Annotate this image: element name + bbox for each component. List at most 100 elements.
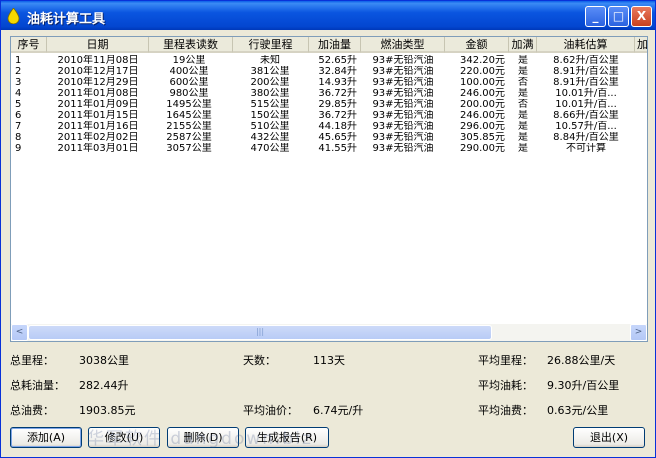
cell-fuel-type: 93#无铅汽油 xyxy=(372,55,434,66)
cell-consumption: 8.62升/百公里 xyxy=(553,55,619,66)
avg-cost-value: 0.63元/公里 xyxy=(547,404,609,417)
table-row[interactable]: 5 2011年01月09日 1495公里 515公里 29.85升 93#无铅汽油 200.… xyxy=(11,99,647,110)
col-header-distance[interactable]: 行驶里程 xyxy=(233,37,309,53)
cell-odometer: 19公里 xyxy=(172,55,206,66)
cell-fuel-type: 93#无铅汽油 xyxy=(372,121,434,132)
scroll-right-arrow-icon[interactable]: > xyxy=(630,324,647,341)
cell-index: 2 xyxy=(15,66,22,77)
col-header-fuel-amount[interactable]: 加油量 xyxy=(309,37,361,53)
minimize-button[interactable]: _ xyxy=(585,6,606,27)
cell-date: 2011年01月09日 xyxy=(57,99,139,110)
maximize-button[interactable]: □ xyxy=(608,6,629,27)
cell-date: 2010年12月17日 xyxy=(57,66,139,77)
cell-cost: 342.20元 xyxy=(460,55,505,66)
table-row[interactable]: 9 2011年03月01日 3057公里 470公里 41.55升 93#无铅汽油 290.… xyxy=(11,143,647,154)
cell-fuel-amount: 32.84升 xyxy=(318,66,357,77)
col-header-more[interactable]: 加 xyxy=(635,37,647,53)
avg-consumption-label: 平均油耗： xyxy=(478,379,533,392)
cell-fuel-amount: 29.85升 xyxy=(318,99,357,110)
avg-distance-label: 平均里程： xyxy=(478,354,533,367)
cell-cost: 200.00元 xyxy=(460,99,505,110)
avg-cost-label: 平均油费： xyxy=(478,404,533,417)
col-header-full[interactable]: 加满 xyxy=(509,37,537,53)
cell-cost: 100.00元 xyxy=(460,77,505,88)
add-button[interactable]: 添加(A) xyxy=(10,427,82,448)
cell-consumption: 8.91升/百公里 xyxy=(553,66,619,77)
cell-distance: 515公里 xyxy=(250,99,290,110)
total-fuel-label: 总耗油量： xyxy=(10,379,65,392)
cell-fuel-type: 93#无铅汽油 xyxy=(372,110,434,121)
cell-consumption: 10.01升/百... xyxy=(555,99,617,110)
col-header-odometer[interactable]: 里程表读数 xyxy=(149,37,233,53)
cell-fuel-type: 93#无铅汽油 xyxy=(372,88,434,99)
cell-index: 7 xyxy=(15,121,22,132)
cell-fuel-amount: 44.18升 xyxy=(318,121,357,132)
title-bar[interactable]: 油耗计算工具 _ □ X xyxy=(1,1,655,30)
cell-cost: 246.00元 xyxy=(460,88,505,99)
cell-full: 是 xyxy=(518,55,528,66)
table-body: 1 2010年11月08日 19公里 未知 52.65升 93#无铅汽油 342.20元是 8… xyxy=(11,55,647,154)
table-row[interactable]: 7 2011年01月16日 2155公里 510公里 44.18升 93#无铅汽油 296.… xyxy=(11,121,647,132)
avg-price-value: 6.74元/升 xyxy=(313,404,364,417)
cell-distance: 470公里 xyxy=(250,143,290,154)
cell-fuel-amount: 45.65升 xyxy=(318,132,357,143)
avg-distance-value: 26.88公里/天 xyxy=(547,354,616,367)
col-header-consumption[interactable]: 油耗估算 xyxy=(537,37,635,53)
cell-full: 是 xyxy=(518,88,528,99)
cell-index: 9 xyxy=(15,143,22,154)
cell-distance: 150公里 xyxy=(250,110,290,121)
horizontal-scrollbar[interactable]: < ||| > xyxy=(11,324,647,341)
cell-date: 2011年01月15日 xyxy=(57,110,139,121)
cell-index: 6 xyxy=(15,110,22,121)
cell-distance: 380公里 xyxy=(250,88,290,99)
cell-distance: 未知 xyxy=(260,55,280,66)
table-row[interactable]: 1 2010年11月08日 19公里 未知 52.65升 93#无铅汽油 342.20元 是 8… xyxy=(11,55,647,66)
fuel-drop-icon xyxy=(7,8,20,24)
scroll-thumb[interactable]: ||| xyxy=(28,325,492,340)
table-row[interactable]: 6 2011年01月15日 1645公里 150公里 36.72升 93#无铅汽油 246.… xyxy=(11,110,647,121)
cell-fuel-amount: 14.93升 xyxy=(318,77,357,88)
cell-fuel-amount: 52.65升 xyxy=(318,55,357,66)
cell-date: 2011年03月01日 xyxy=(57,143,139,154)
cell-odometer: 2155公里 xyxy=(166,121,212,132)
cell-odometer: 400公里 xyxy=(169,66,209,77)
cell-odometer: 2587公里 xyxy=(166,132,212,143)
col-header-cost[interactable]: 金额 xyxy=(445,37,509,53)
total-distance-value: 3038公里 xyxy=(79,354,129,367)
cell-date: 2011年01月16日 xyxy=(57,121,139,132)
exit-button[interactable]: 退出(X) xyxy=(573,427,645,448)
cell-fuel-type: 93#无铅汽油 xyxy=(372,99,434,110)
cell-odometer: 3057公里 xyxy=(166,143,212,154)
scroll-left-arrow-icon[interactable]: < xyxy=(11,324,28,341)
cell-consumption: 8.91升/百公里 xyxy=(553,77,619,88)
col-header-index[interactable]: 序号 xyxy=(11,37,47,53)
cell-distance: 381公里 xyxy=(250,66,290,77)
cell-fuel-type: 93#无铅汽油 xyxy=(372,143,434,154)
cell-date: 2011年02月02日 xyxy=(57,132,139,143)
cell-cost: 305.85元 xyxy=(460,132,505,143)
table-row[interactable]: 8 2011年02月02日 2587公里 432公里 45.65升 93#无铅汽油 305.… xyxy=(11,132,647,143)
table-row[interactable]: 2 2010年12月17日 400公里 381公里 32.84升 93#无铅汽油 220.0… xyxy=(11,66,647,77)
close-button[interactable]: X xyxy=(631,6,652,27)
cell-distance: 510公里 xyxy=(250,121,290,132)
col-header-date[interactable]: 日期 xyxy=(47,37,149,53)
table-row[interactable]: 3 2010年12月29日 600公里 200公里 14.93升 93#无铅汽油 100.0… xyxy=(11,77,647,88)
cell-full: 是 xyxy=(518,110,528,121)
table-row[interactable]: 4 2011年01月08日 980公里 380公里 36.72升 93#无铅汽油 246.0… xyxy=(11,88,647,99)
cell-odometer: 980公里 xyxy=(169,88,209,99)
days-value: 113天 xyxy=(313,354,345,367)
total-fuel-value: 282.44升 xyxy=(79,379,129,392)
cell-index: 4 xyxy=(15,88,22,99)
cell-consumption: 10.57升/百... xyxy=(555,121,617,132)
cell-fuel-type: 93#无铅汽油 xyxy=(372,66,434,77)
cell-index: 8 xyxy=(15,132,22,143)
cell-date: 2010年12月29日 xyxy=(57,77,139,88)
cell-distance: 200公里 xyxy=(250,77,290,88)
records-table[interactable]: 序号 日期 里程表读数 行驶里程 加油量 燃油类型 金额 加满 油耗估算 加 1… xyxy=(10,36,648,342)
cell-index: 5 xyxy=(15,99,22,110)
cell-odometer: 600公里 xyxy=(169,77,209,88)
total-cost-label: 总油费： xyxy=(10,404,54,417)
cell-consumption: 不可计算 xyxy=(566,143,606,154)
col-header-fuel-type[interactable]: 燃油类型 xyxy=(361,37,445,53)
app-window: 油耗计算工具 _ □ X 序号 日期 里程表读数 行驶里程 加油量 燃油类型 金… xyxy=(0,0,656,458)
